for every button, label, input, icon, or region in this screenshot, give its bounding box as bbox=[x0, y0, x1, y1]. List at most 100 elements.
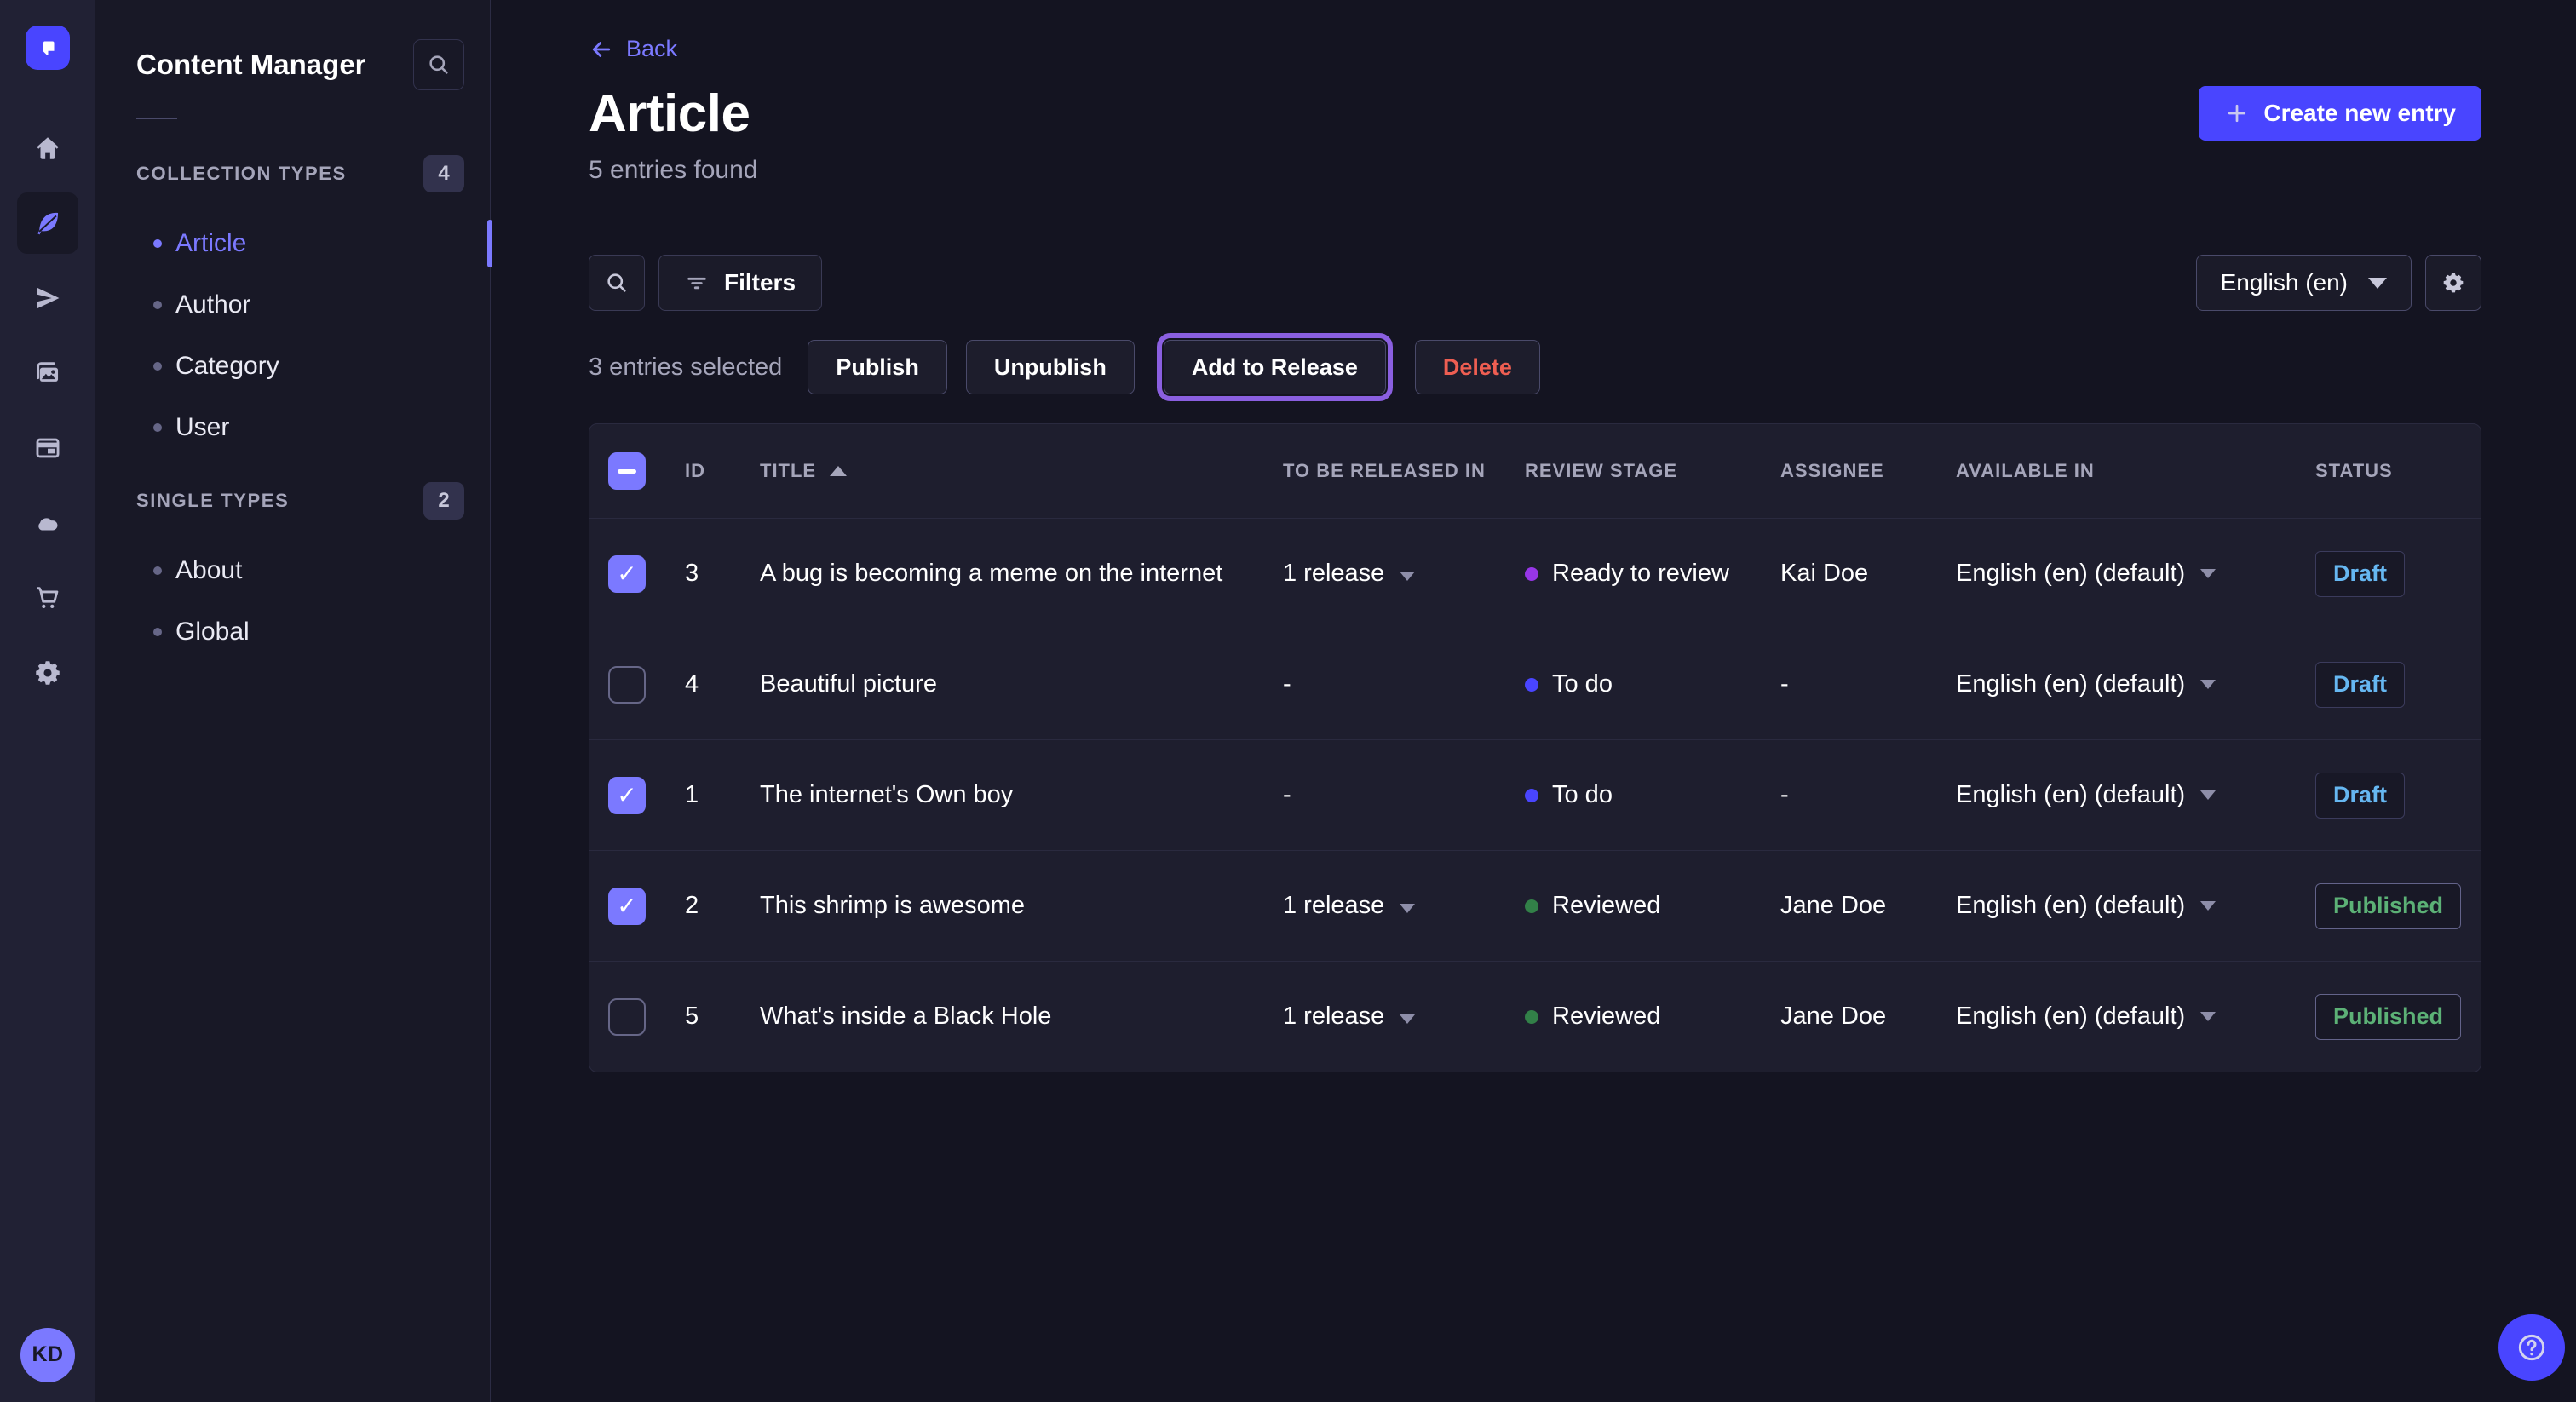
sidebar-item-category[interactable]: Category bbox=[95, 336, 490, 397]
column-header-available[interactable]: AVAILABLE IN bbox=[1939, 460, 2315, 482]
select-all-checkbox[interactable] bbox=[608, 452, 646, 490]
table-row[interactable]: 1 The internet's Own boy - To do - Engli… bbox=[589, 739, 2481, 850]
cell-title: Beautiful picture bbox=[738, 670, 1259, 698]
back-link[interactable]: Back bbox=[589, 0, 725, 62]
plus-icon bbox=[2224, 101, 2250, 126]
sort-ascending-icon bbox=[830, 466, 847, 476]
column-header-status[interactable]: STATUS bbox=[2315, 460, 2481, 482]
create-new-entry-button[interactable]: Create new entry bbox=[2199, 86, 2481, 141]
help-button[interactable] bbox=[2498, 1314, 2565, 1381]
settings-gear-icon[interactable] bbox=[17, 642, 78, 704]
add-to-release-button[interactable]: Add to Release bbox=[1164, 340, 1386, 394]
cell-assignee: Jane Doe bbox=[1760, 892, 1939, 920]
cell-title: This shrimp is awesome bbox=[738, 892, 1259, 920]
search-button[interactable] bbox=[589, 255, 645, 311]
cell-available-in[interactable]: English (en) (default) bbox=[1939, 560, 2315, 588]
main-content: Back Article Create new entry 5 entries … bbox=[491, 0, 2576, 1402]
publish-button[interactable]: Publish bbox=[808, 340, 947, 394]
status-badge: Draft bbox=[2315, 773, 2405, 819]
cell-title: The internet's Own boy bbox=[738, 781, 1259, 809]
filters-label: Filters bbox=[724, 269, 796, 296]
row-checkbox[interactable] bbox=[608, 666, 646, 704]
cell-available-in[interactable]: English (en) (default) bbox=[1939, 892, 2315, 920]
row-checkbox[interactable] bbox=[608, 998, 646, 1036]
avatar[interactable]: KD bbox=[20, 1328, 75, 1382]
column-header-title[interactable]: TITLE bbox=[738, 460, 1259, 482]
delete-button[interactable]: Delete bbox=[1415, 340, 1540, 394]
unpublish-button[interactable]: Unpublish bbox=[966, 340, 1135, 394]
rail-icon-list bbox=[0, 118, 95, 1307]
chevron-down-icon bbox=[2200, 680, 2216, 689]
stage-dot bbox=[1525, 678, 1538, 692]
cell-review-stage: Reviewed bbox=[1504, 892, 1760, 920]
view-settings-button[interactable] bbox=[2425, 255, 2481, 311]
sidebar-item-author[interactable]: Author bbox=[95, 274, 490, 336]
cell-status: Draft bbox=[2315, 551, 2481, 597]
cell-available-in[interactable]: English (en) (default) bbox=[1939, 1003, 2315, 1031]
cloud-icon[interactable] bbox=[17, 492, 78, 554]
row-checkbox[interactable] bbox=[608, 777, 646, 814]
cell-release[interactable]: 1 release bbox=[1259, 1003, 1504, 1031]
cell-status: Published bbox=[2315, 994, 2481, 1040]
cell-assignee: Kai Doe bbox=[1760, 560, 1939, 588]
status-badge: Published bbox=[2315, 883, 2461, 929]
create-new-entry-label: Create new entry bbox=[2263, 100, 2456, 127]
sidebar-item-user[interactable]: User bbox=[95, 397, 490, 458]
selection-count-label: 3 entries selected bbox=[589, 353, 782, 382]
sidebar-item-label: About bbox=[175, 556, 242, 585]
cell-available-in[interactable]: English (en) (default) bbox=[1939, 670, 2315, 698]
stage-dot bbox=[1525, 899, 1538, 913]
chevron-down-icon bbox=[2200, 901, 2216, 911]
sidebar-item-global[interactable]: Global bbox=[95, 601, 490, 663]
stage-dot bbox=[1525, 567, 1538, 581]
cell-review-stage: To do bbox=[1504, 670, 1760, 698]
marketplace-cart-icon[interactable] bbox=[17, 567, 78, 629]
column-header-id[interactable]: ID bbox=[664, 460, 738, 482]
sidebar-item-about[interactable]: About bbox=[95, 540, 490, 601]
cell-title: What's inside a Black Hole bbox=[738, 1003, 1259, 1031]
subnav-search-button[interactable] bbox=[413, 39, 464, 90]
column-header-release[interactable]: TO BE RELEASED IN bbox=[1259, 460, 1504, 482]
status-badge: Published bbox=[2315, 994, 2461, 1040]
bullet-icon bbox=[153, 239, 162, 248]
sidebar-item-article[interactable]: Article bbox=[95, 213, 490, 274]
content-manager-feather-icon[interactable] bbox=[17, 192, 78, 254]
chevron-down-icon bbox=[2200, 790, 2216, 800]
cell-review-stage: Ready to review bbox=[1504, 560, 1760, 588]
locale-value: English (en) bbox=[2221, 269, 2348, 296]
table-row[interactable]: 5 What's inside a Black Hole 1 release R… bbox=[589, 961, 2481, 1072]
search-icon bbox=[427, 53, 451, 77]
table-row[interactable]: 4 Beautiful picture - To do - English (e… bbox=[589, 629, 2481, 739]
releases-paper-plane-icon[interactable] bbox=[17, 267, 78, 329]
cell-id: 3 bbox=[664, 560, 738, 588]
entries-table: ID TITLE TO BE RELEASED IN REVIEW STAGE … bbox=[589, 423, 2481, 1072]
question-circle-icon bbox=[2515, 1330, 2549, 1365]
profile-area: KD bbox=[0, 1307, 95, 1402]
row-checkbox[interactable] bbox=[608, 888, 646, 925]
cell-assignee: - bbox=[1760, 670, 1939, 698]
cell-available-in[interactable]: English (en) (default) bbox=[1939, 781, 2315, 809]
content-type-builder-layout-icon[interactable] bbox=[17, 417, 78, 479]
filter-icon bbox=[685, 271, 709, 295]
table-row[interactable]: 3 A bug is becoming a meme on the intern… bbox=[589, 518, 2481, 629]
chevron-down-icon bbox=[2200, 1012, 2216, 1021]
section-label: COLLECTION TYPES bbox=[136, 163, 347, 185]
home-icon[interactable] bbox=[17, 118, 78, 179]
row-checkbox[interactable] bbox=[608, 555, 646, 593]
arrow-left-icon bbox=[589, 37, 614, 62]
locale-select[interactable]: English (en) bbox=[2196, 255, 2412, 311]
column-header-stage[interactable]: REVIEW STAGE bbox=[1504, 460, 1760, 482]
cell-assignee: Jane Doe bbox=[1760, 1003, 1939, 1031]
chevron-down-icon bbox=[2200, 569, 2216, 578]
cell-release[interactable]: 1 release bbox=[1259, 560, 1504, 588]
media-library-images-icon[interactable] bbox=[17, 342, 78, 404]
table-row[interactable]: 2 This shrimp is awesome 1 release Revie… bbox=[589, 850, 2481, 961]
filters-button[interactable]: Filters bbox=[658, 255, 822, 311]
cell-release[interactable]: 1 release bbox=[1259, 892, 1504, 920]
chevron-down-icon bbox=[1400, 1014, 1415, 1024]
chevron-down-icon bbox=[2368, 278, 2387, 289]
column-header-assignee[interactable]: ASSIGNEE bbox=[1760, 460, 1939, 482]
strapi-logo[interactable] bbox=[26, 26, 70, 70]
status-badge: Draft bbox=[2315, 551, 2405, 597]
cell-review-stage: Reviewed bbox=[1504, 1003, 1760, 1031]
